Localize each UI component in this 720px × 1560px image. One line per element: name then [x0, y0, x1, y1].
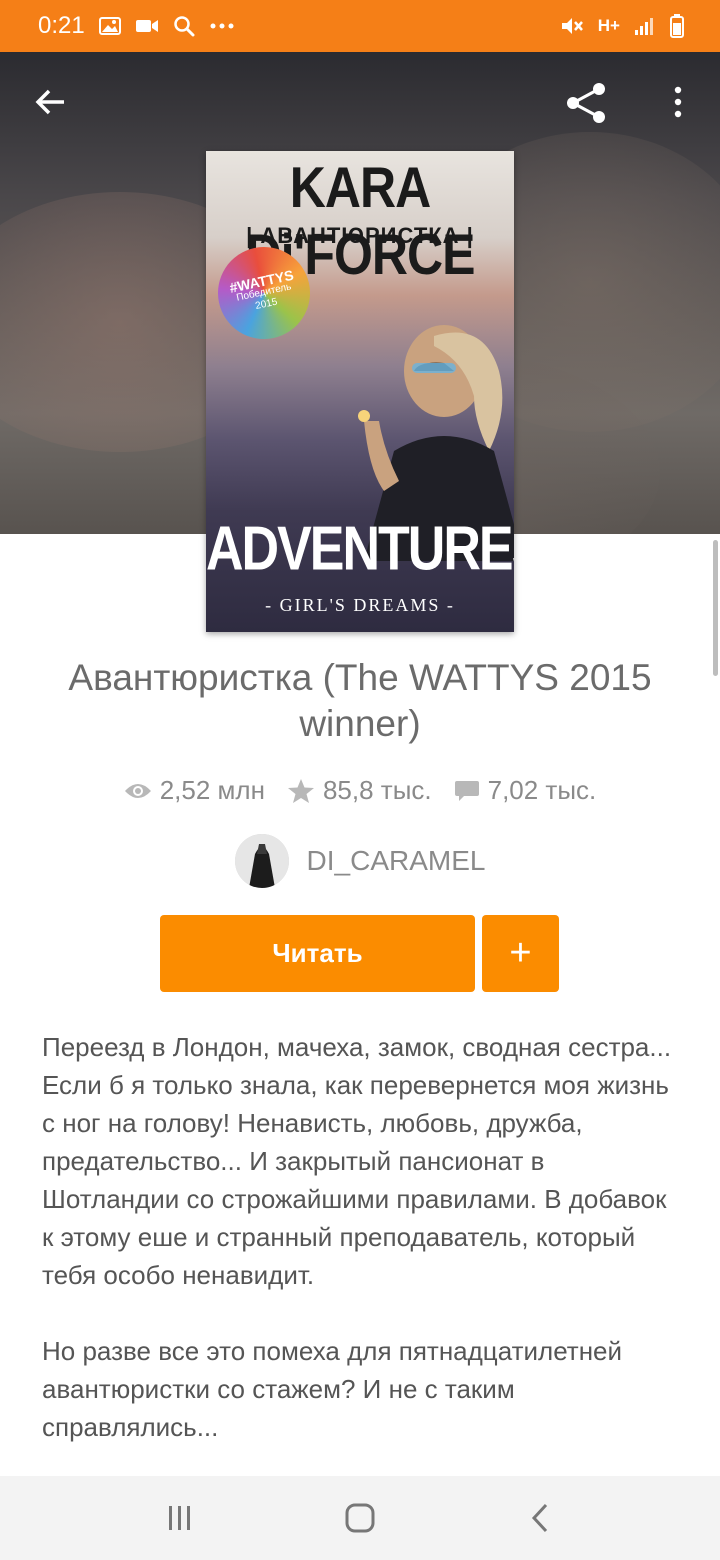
cover-title-text: ADVENTURESS [206, 514, 514, 584]
mute-icon [560, 15, 584, 37]
share-button[interactable] [560, 76, 614, 130]
home-icon [345, 1503, 375, 1533]
reads-stat: 2,52 млн [124, 775, 265, 806]
signal-icon [634, 16, 656, 36]
recents-button[interactable] [140, 1488, 220, 1548]
book-cover[interactable]: KARA Di'FORCE | АВАНТЮРИСТКА | #WATTYS П… [206, 151, 514, 632]
cover-subtitle-text: | АВАНТЮРИСТКА | [246, 223, 474, 248]
votes-stat: 85,8 тыс. [287, 775, 432, 806]
back-chevron-icon [531, 1503, 548, 1533]
network-type-icon: H+ [598, 16, 620, 36]
more-options-button[interactable] [656, 78, 700, 126]
status-left: 0:21 [38, 12, 235, 40]
author-name[interactable]: DI_CARAMEL [307, 845, 486, 877]
description-paragraph: Но разве все это помеха для пятнадцатиле… [42, 1336, 623, 1442]
network-label: H+ [597, 16, 620, 35]
more-vertical-icon [674, 86, 682, 118]
arrow-left-icon [35, 89, 64, 115]
status-time: 0:21 [38, 12, 85, 39]
comments-count: 7,02 тыс. [487, 775, 597, 805]
book-stats: 2,52 млн 85,8 тыс. 7,02 тыс. [0, 775, 720, 806]
video-icon [135, 18, 159, 34]
book-description: Переезд в Лондон, мачеха, замок, сводная… [42, 1028, 682, 1446]
star-icon [287, 778, 314, 803]
back-button[interactable] [26, 78, 74, 126]
comments-stat: 7,02 тыс. [454, 775, 597, 806]
more-dots-icon [209, 22, 235, 30]
read-button[interactable]: Читать [160, 915, 475, 992]
share-icon [567, 83, 605, 123]
image-icon [98, 17, 121, 35]
author-avatar[interactable] [234, 834, 289, 888]
description-paragraph: Переезд в Лондон, мачеха, замок, сводная… [42, 1032, 672, 1290]
reads-count: 2,52 млн [159, 775, 265, 805]
comment-icon [454, 780, 479, 801]
votes-count: 85,8 тыс. [322, 775, 432, 805]
cover-tagline-text: - GIRL'S DREAMS - [265, 595, 455, 615]
status-right: H+ [560, 14, 684, 38]
scrollbar[interactable] [713, 540, 718, 676]
author-row[interactable]: DI_CARAMEL [0, 834, 720, 888]
search-icon [173, 15, 195, 37]
system-nav-bar [0, 1476, 720, 1560]
add-to-library-button[interactable]: + [482, 915, 559, 992]
back-nav-button[interactable] [500, 1488, 580, 1548]
book-title: Авантюристка (The WATTYS 2015 winner) [68, 657, 652, 744]
avatar-image [234, 834, 289, 888]
recents-icon [169, 1506, 190, 1530]
eye-icon [124, 783, 151, 798]
battery-icon [670, 14, 684, 38]
home-button[interactable] [320, 1488, 400, 1548]
status-bar: 0:21 H+ [0, 0, 720, 52]
